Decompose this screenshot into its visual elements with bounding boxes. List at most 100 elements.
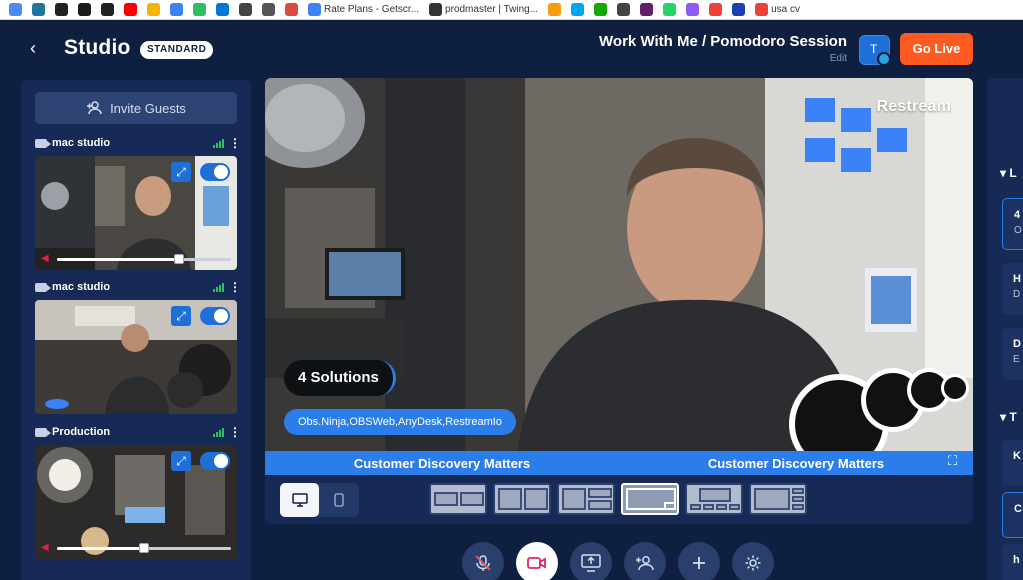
arrow-icon: [308, 3, 321, 16]
session-title[interactable]: Work With Me / Pomodoro Session: [560, 33, 847, 50]
right-list-item[interactable]: K: [1002, 440, 1023, 486]
camera-off-icon: [35, 282, 51, 292]
right-list-item[interactable]: 4 O: [1002, 198, 1023, 250]
bookmark-item[interactable]: [637, 1, 656, 19]
sources-panel: Invite Guests mac studio ⋮ ⤢ ◀ mac studi…: [21, 80, 251, 580]
volume-slider[interactable]: [57, 253, 231, 264]
layout-main-side-column[interactable]: [749, 483, 807, 515]
camera-icon: [527, 557, 546, 569]
bookmark-item[interactable]: [683, 1, 702, 19]
expand-icon[interactable]: ⤢: [171, 451, 191, 471]
camera-preview[interactable]: ⤢ ◀: [35, 156, 237, 270]
bookmark-item[interactable]: [591, 1, 610, 19]
shield-icon: [732, 3, 746, 16]
signal-icon: [213, 427, 224, 437]
bookmark-item[interactable]: [568, 1, 587, 19]
bookmark-item[interactable]: [52, 1, 71, 19]
edit-title-link[interactable]: Edit: [760, 53, 847, 64]
volume-control: ◀: [41, 542, 231, 553]
invite-guests-button[interactable]: Invite Guests: [35, 92, 237, 124]
bookmark-item[interactable]: [213, 1, 232, 19]
plus-icon: [693, 557, 705, 569]
layout-selector: [429, 483, 807, 515]
bookmark-item[interactable]: [167, 1, 186, 19]
ticker-banner[interactable]: Customer Discovery Matters Customer Disc…: [265, 451, 973, 475]
camera-icon: [35, 138, 51, 148]
banner-subtitle[interactable]: Obs.Ninja,OBSWeb,AnyDesk,RestreamIo: [284, 409, 516, 435]
layout-main-two-stack[interactable]: [557, 483, 615, 515]
bookmark-item[interactable]: [75, 1, 94, 19]
bookmark-item[interactable]: [545, 1, 564, 19]
desktop-view-button[interactable]: [280, 483, 319, 517]
bookmark-item[interactable]: [660, 1, 679, 19]
mic-toggle-button[interactable]: [462, 542, 504, 580]
fullscreen-icon[interactable]: ⛶: [948, 453, 964, 469]
bookmark-item[interactable]: [706, 1, 725, 19]
go-live-button[interactable]: Go Live: [900, 33, 973, 65]
bookmark-item[interactable]: Rate Plans - Getscr...: [305, 1, 422, 19]
phone-icon: [333, 493, 344, 507]
right-list-item[interactable]: D E: [1002, 328, 1023, 380]
camera-toggle-button[interactable]: [516, 542, 558, 580]
bookmark-item[interactable]: [190, 1, 209, 19]
more-options-icon[interactable]: ⋮: [229, 426, 241, 438]
add-guest-button[interactable]: [624, 542, 666, 580]
invite-guests-label: Invite Guests: [110, 100, 186, 116]
camera-preview[interactable]: ⤢: [35, 300, 237, 414]
more-options-icon[interactable]: ⋮: [229, 281, 241, 293]
share-screen-button[interactable]: [570, 542, 612, 580]
bookmark-item[interactable]: prodmaster | Twing...: [426, 1, 541, 19]
bookmark-item[interactable]: [614, 1, 633, 19]
back-arrow-icon[interactable]: ‹: [30, 38, 46, 58]
camera-toggle[interactable]: [200, 452, 230, 470]
bookmark-item[interactable]: [236, 1, 255, 19]
right-section-header[interactable]: ▾ L: [1000, 166, 1017, 180]
speaker-muted-icon[interactable]: ◀: [41, 254, 51, 264]
wix-icon: [101, 3, 114, 16]
bookmark-item[interactable]: [144, 1, 163, 19]
page-icon: [429, 3, 443, 16]
bookmark-item[interactable]: [282, 1, 301, 19]
speaker-muted-icon[interactable]: ◀: [41, 543, 51, 553]
bookmark-item[interactable]: [29, 1, 48, 19]
layout-two-split[interactable]: [429, 483, 487, 515]
github-icon: [55, 3, 68, 16]
right-list-item[interactable]: h: [1002, 544, 1023, 580]
right-section-header[interactable]: ▾ T: [1000, 410, 1017, 424]
camera-card: mac studio ⋮ ⤢ ◀: [35, 134, 241, 270]
layout-picture-in-picture[interactable]: [621, 483, 679, 515]
layout-side-by-side[interactable]: [493, 483, 551, 515]
camera-preview[interactable]: ⤢ ◀: [35, 445, 237, 559]
camera-toggle[interactable]: [200, 307, 230, 325]
gear-icon: [745, 555, 761, 571]
mobile-view-button[interactable]: [319, 483, 358, 517]
youtube-icon: [124, 3, 137, 16]
layout-main-bottom-row[interactable]: [685, 483, 743, 515]
right-list-item[interactable]: H D: [1002, 263, 1023, 315]
camera-label: mac studio: [52, 281, 111, 293]
bookmark-icon: [755, 3, 769, 16]
banner-title[interactable]: 4 Solutions: [284, 360, 396, 396]
settings-button[interactable]: [732, 542, 774, 580]
expand-icon[interactable]: ⤢: [171, 306, 191, 326]
bookmark-item[interactable]: usa cv: [752, 1, 803, 19]
todoist-icon: [285, 3, 298, 16]
destination-button[interactable]: T: [859, 35, 891, 66]
add-guest-icon: [636, 556, 654, 571]
more-options-icon[interactable]: ⋮: [229, 137, 241, 149]
studio-header: ‹ Studio STANDARD Work With Me / Pomodor…: [0, 20, 1023, 78]
camera-card: mac studio ⋮ ⤢: [35, 278, 241, 414]
wordpress-icon: [32, 3, 45, 16]
bookmark-item[interactable]: [259, 1, 278, 19]
bookmark-item[interactable]: [121, 1, 140, 19]
bookmark-item[interactable]: [729, 1, 748, 19]
right-list-item[interactable]: C: [1002, 492, 1023, 538]
bookmark-item[interactable]: [98, 1, 117, 19]
stage-preview[interactable]: Restream 4 Solutions Obs.Ninja,OBSWeb,An…: [265, 78, 973, 475]
windows-icon: [571, 3, 585, 16]
add-source-button[interactable]: [678, 542, 720, 580]
volume-slider[interactable]: [57, 542, 231, 553]
expand-icon[interactable]: ⤢: [171, 162, 191, 182]
bookmark-item[interactable]: [6, 1, 25, 19]
camera-toggle[interactable]: [200, 163, 230, 181]
